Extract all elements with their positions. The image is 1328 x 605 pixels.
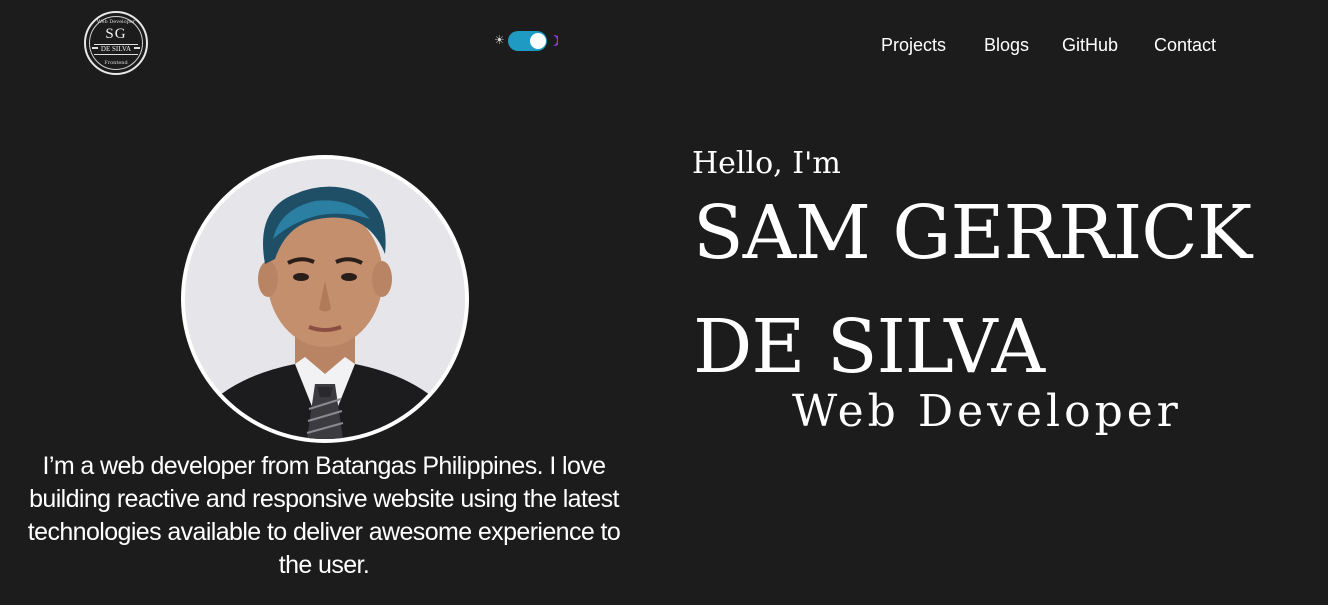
logo-top-text: Web Developer: [96, 19, 136, 25]
site-header: Web Developer SG DE SILVA Frontend ☀ Pro…: [0, 0, 1328, 95]
hero-role: Web Developer: [792, 386, 1182, 437]
hero-bio: I’m a web developer from Batangas Philip…: [27, 452, 621, 579]
main-nav: Projects Blogs GitHub Contact: [0, 35, 1328, 61]
nav-link-github[interactable]: GitHub: [1062, 35, 1118, 56]
profile-photo: [185, 159, 465, 439]
hero-greeting: Hello, I'm: [692, 146, 841, 181]
profile-portrait-illustration: [185, 159, 465, 439]
nav-link-contact[interactable]: Contact: [1154, 35, 1216, 56]
nav-link-projects[interactable]: Projects: [881, 35, 946, 56]
hero-name-line-2: DE SILVA: [693, 304, 1045, 390]
profile-photo-frame: [181, 155, 469, 443]
hero-name-line-1: SAM GERRICK: [693, 190, 1252, 276]
nav-link-blogs[interactable]: Blogs: [984, 35, 1029, 56]
